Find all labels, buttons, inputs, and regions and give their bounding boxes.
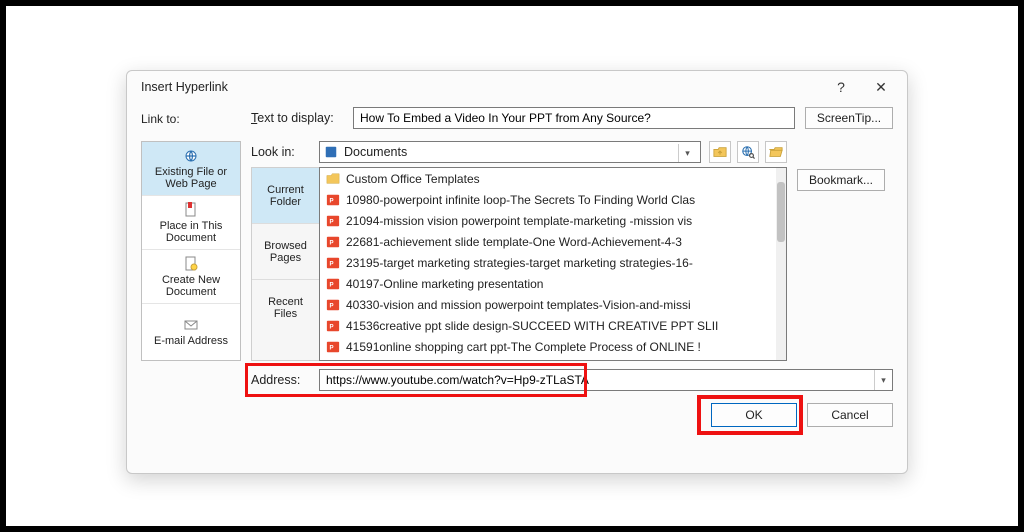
look-in-combo[interactable]: Documents ▾ — [319, 141, 701, 163]
tab-create-new-doc[interactable]: Create New Document — [142, 250, 240, 304]
file-name: 41591online shopping cart ppt-The Comple… — [346, 340, 701, 354]
up-one-level-button[interactable] — [709, 141, 731, 163]
address-label: Address: — [251, 373, 311, 387]
file-row[interactable]: Custom Office Templates — [320, 168, 776, 189]
folder-icon — [326, 172, 340, 186]
link-to-tabs: Existing File or Web Page Place in This … — [141, 141, 241, 361]
scrollbar-thumb[interactable] — [777, 182, 785, 242]
screentip-button[interactable]: ScreenTip... — [805, 107, 893, 129]
svg-text:P: P — [330, 218, 334, 225]
tab-email-address[interactable]: E-mail Address — [142, 304, 240, 360]
email-icon — [183, 317, 199, 333]
look-in-label: Look in: — [251, 145, 311, 159]
address-combo[interactable]: ▾ — [319, 369, 893, 391]
powerpoint-file-icon: P — [326, 298, 340, 312]
file-row[interactable]: P 41591online shopping cart ppt-The Compl… — [320, 336, 776, 357]
file-row[interactable]: P 10980-powerpoint infinite loop-The Secr… — [320, 189, 776, 210]
bookmark-doc-icon — [183, 202, 199, 218]
powerpoint-file-icon: P — [326, 235, 340, 249]
look-in-value: Documents — [344, 145, 407, 159]
powerpoint-file-icon: P — [326, 193, 340, 207]
powerpoint-file-icon: P — [326, 340, 340, 354]
file-name: 40197-Online marketing presentation — [346, 277, 543, 291]
text-to-display-input[interactable] — [353, 107, 795, 129]
file-name: 22681-achievement slide template-One Wor… — [346, 235, 682, 249]
file-row[interactable]: P 40330-vision and mission powerpoint tem… — [320, 294, 776, 315]
powerpoint-file-icon: P — [326, 277, 340, 291]
chevron-down-icon: ▾ — [678, 144, 696, 162]
web-file-icon — [183, 148, 199, 164]
svg-text:P: P — [330, 323, 334, 330]
subtab-browsed-pages[interactable]: Browsed Pages — [252, 224, 319, 280]
svg-text:P: P — [330, 302, 334, 309]
cancel-button[interactable]: Cancel — [807, 403, 893, 427]
scrollbar[interactable] — [776, 168, 786, 360]
folder-up-icon — [713, 145, 727, 159]
file-name: 10980-powerpoint infinite loop-The Secre… — [346, 193, 695, 207]
tab-existing-file[interactable]: Existing File or Web Page — [142, 142, 240, 196]
powerpoint-file-icon: P — [326, 319, 340, 333]
titlebar: Insert Hyperlink ? ✕ — [127, 71, 907, 103]
powerpoint-file-icon: P — [326, 214, 340, 228]
address-input[interactable] — [320, 370, 874, 390]
svg-text:P: P — [330, 197, 334, 204]
dialog-title: Insert Hyperlink — [141, 80, 228, 94]
file-row[interactable]: P 21094-mission vision powerpoint templat… — [320, 210, 776, 231]
bookmark-button[interactable]: Bookmark... — [797, 169, 885, 191]
svg-text:P: P — [330, 344, 334, 351]
file-name: 40330-vision and mission powerpoint temp… — [346, 298, 691, 312]
tab-label: Create New Document — [146, 274, 236, 298]
tab-label: Existing File or Web Page — [146, 166, 236, 190]
help-button[interactable]: ? — [821, 73, 861, 101]
powerpoint-file-icon: P — [326, 256, 340, 270]
file-list[interactable]: Custom Office Templates P 10980-powerpoint… — [319, 167, 787, 361]
browse-file-button[interactable] — [765, 141, 787, 163]
tab-place-in-doc[interactable]: Place in This Document — [142, 196, 240, 250]
globe-search-icon — [741, 145, 755, 159]
subtab-current-folder[interactable]: Current Folder — [252, 168, 319, 224]
file-name: 41536creative ppt slide design-SUCCEED W… — [346, 319, 718, 333]
link-to-label: Link to: — [141, 110, 241, 126]
new-doc-icon — [183, 256, 199, 272]
svg-text:P: P — [330, 239, 334, 246]
tab-label: Place in This Document — [146, 220, 236, 244]
svg-text:P: P — [330, 260, 334, 267]
insert-hyperlink-dialog: Insert Hyperlink ? ✕ Link to: Text to di… — [126, 70, 908, 474]
text-to-display-label: Text to display: — [251, 111, 343, 125]
file-row[interactable]: P 22681-achievement slide template-One Wo… — [320, 231, 776, 252]
browse-web-button[interactable] — [737, 141, 759, 163]
file-name: Custom Office Templates — [346, 172, 480, 186]
subtab-recent-files[interactable]: Recent Files — [252, 280, 319, 336]
documents-icon — [324, 145, 338, 159]
tab-label: E-mail Address — [154, 335, 228, 347]
folder-open-icon — [769, 145, 783, 159]
browse-subtabs: Current Folder Browsed Pages Recent File… — [251, 167, 319, 361]
file-row[interactable]: P 40197-Online marketing presentation — [320, 273, 776, 294]
file-name: 21094-mission vision powerpoint template… — [346, 214, 692, 228]
file-row[interactable]: P 23195-target marketing strategies-targe… — [320, 252, 776, 273]
chevron-down-icon[interactable]: ▾ — [874, 370, 892, 390]
svg-text:P: P — [330, 281, 334, 288]
close-button[interactable]: ✕ — [861, 73, 901, 101]
file-name: 23195-target marketing strategies-target… — [346, 256, 693, 270]
file-row[interactable]: P 41536creative ppt slide design-SUCCEED … — [320, 315, 776, 336]
ok-button[interactable]: OK — [711, 403, 797, 427]
